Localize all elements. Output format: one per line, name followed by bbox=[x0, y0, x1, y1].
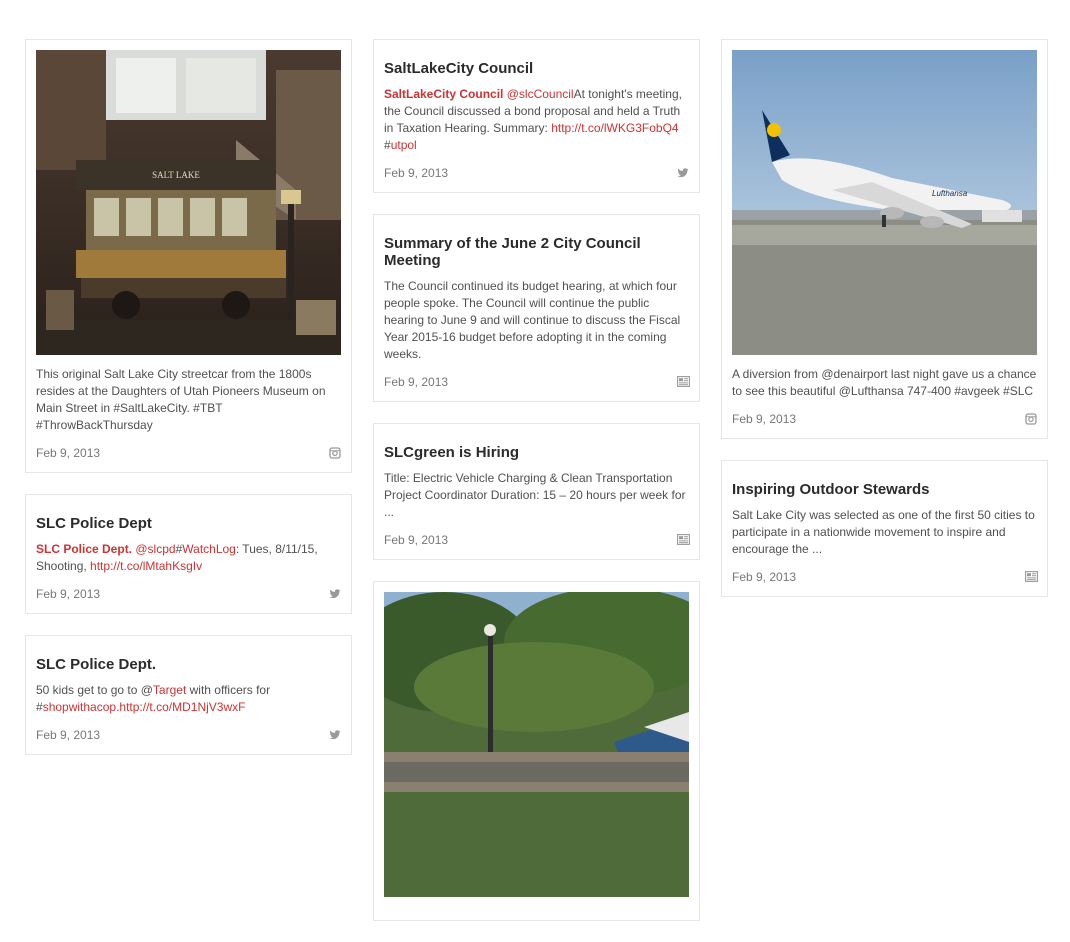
tweet-card[interactable]: SLC Police Dept SLC Police Dept. @slcpd#… bbox=[25, 494, 352, 614]
feed-column-1: SALT LAKE This original Salt Lake City s… bbox=[25, 39, 352, 776]
instagram-post-card[interactable]: SALT LAKE This original Salt Lake City s… bbox=[25, 39, 352, 473]
tweet-handle-link[interactable]: @slcpd bbox=[135, 542, 175, 556]
news-icon[interactable] bbox=[1025, 571, 1038, 583]
news-excerpt: Title: Electric Vehicle Charging & Clean… bbox=[384, 471, 686, 519]
market-image bbox=[384, 592, 689, 897]
hashtag-link[interactable]: WatchLog bbox=[182, 542, 236, 556]
post-meta: Feb 9, 2013 bbox=[36, 446, 341, 460]
lufthansa-plane-image: Lufthansa bbox=[732, 50, 1037, 355]
news-date: Feb 9, 2013 bbox=[384, 533, 449, 547]
feed-column-2: SaltLakeCity Council SaltLakeCity Counci… bbox=[373, 39, 700, 942]
tweet-title: SLC Police Dept bbox=[36, 515, 152, 532]
tweet-author[interactable]: SaltLakeCity Council bbox=[384, 87, 503, 101]
twitter-icon[interactable] bbox=[329, 588, 341, 600]
tweet-body: 50 kids get to go to @Target with office… bbox=[36, 683, 271, 714]
post-meta: Feb 9, 2013 bbox=[732, 412, 1037, 426]
news-date: Feb 9, 2013 bbox=[732, 570, 797, 584]
post-date: Feb 9, 2013 bbox=[36, 446, 101, 460]
tweet-url-link[interactable]: .http://t.co/MD1NjV3wxF bbox=[116, 700, 245, 714]
tweet-meta: Feb 9, 2013 bbox=[36, 728, 341, 742]
mention-link[interactable]: Target bbox=[153, 683, 186, 697]
tweet-url-link[interactable]: http://t.co/lMtahKsgIv bbox=[90, 559, 202, 573]
plane-livery-text: Lufthansa bbox=[932, 189, 968, 198]
news-excerpt: Salt Lake City was selected as one of th… bbox=[732, 508, 1035, 556]
hashtag-link[interactable]: utpol bbox=[391, 138, 417, 152]
news-icon[interactable] bbox=[677, 376, 690, 388]
airplane-photo[interactable]: Lufthansa bbox=[732, 50, 1037, 355]
news-card[interactable]: SLCgreen is Hiring Title: Electric Vehic… bbox=[373, 423, 700, 560]
tweet-meta: Feb 9, 2013 bbox=[384, 166, 689, 180]
news-meta: Feb 9, 2013 bbox=[384, 533, 690, 547]
news-title[interactable]: SLCgreen is Hiring bbox=[384, 444, 689, 461]
news-excerpt: The Council continued its budget hearing… bbox=[384, 279, 681, 361]
post-caption: This original Salt Lake City streetcar f… bbox=[36, 367, 326, 432]
tweet-body: SaltLakeCity Council @slcCouncilAt tonig… bbox=[384, 87, 682, 152]
streetcar-photo[interactable]: SALT LAKE bbox=[36, 50, 341, 355]
news-card[interactable]: Summary of the June 2 City Council Meeti… bbox=[373, 214, 700, 402]
instagram-icon[interactable] bbox=[329, 447, 341, 459]
tweet-body: SLC Police Dept. @slcpd#WatchLog: Tues, … bbox=[36, 542, 318, 573]
tweet-date: Feb 9, 2013 bbox=[384, 166, 449, 180]
tweet-author[interactable]: SLC Police Dept. bbox=[36, 542, 132, 556]
post-caption: A diversion from @denairport last night … bbox=[732, 367, 1037, 398]
streetcar-sign: SALT LAKE bbox=[152, 170, 200, 180]
news-card[interactable]: Inspiring Outdoor Stewards Salt Lake Cit… bbox=[721, 460, 1048, 597]
streetcar-image: SALT LAKE bbox=[36, 50, 341, 355]
instagram-post-card[interactable] bbox=[373, 581, 700, 921]
post-date: Feb 9, 2013 bbox=[732, 412, 797, 426]
twitter-icon[interactable] bbox=[329, 729, 341, 741]
instagram-post-card[interactable]: Lufthansa A diversion from @denairport l… bbox=[721, 39, 1048, 439]
news-icon[interactable] bbox=[677, 534, 690, 546]
tweet-card[interactable]: SLC Police Dept. 50 kids get to go to @T… bbox=[25, 635, 352, 755]
twitter-icon[interactable] bbox=[677, 167, 689, 179]
tweet-title: SaltLakeCity Council bbox=[384, 60, 534, 77]
news-meta: Feb 9, 2013 bbox=[732, 570, 1038, 584]
tweet-url-link[interactable]: http://t.co/lWKG3FobQ4 bbox=[551, 121, 678, 135]
tweet-date: Feb 9, 2013 bbox=[36, 587, 101, 601]
tweet-date: Feb 9, 2013 bbox=[36, 728, 101, 742]
tweet-meta: Feb 9, 2013 bbox=[36, 587, 341, 601]
news-title[interactable]: Inspiring Outdoor Stewards bbox=[732, 481, 1037, 498]
tweet-title: SLC Police Dept. bbox=[36, 656, 157, 673]
news-meta: Feb 9, 2013 bbox=[384, 375, 690, 389]
tweet-card[interactable]: SaltLakeCity Council SaltLakeCity Counci… bbox=[373, 39, 700, 193]
feed-column-3: Lufthansa A diversion from @denairport l… bbox=[721, 39, 1048, 618]
farmers-market-photo[interactable] bbox=[384, 592, 689, 897]
instagram-icon[interactable] bbox=[1025, 413, 1037, 425]
hashtag-link[interactable]: shopwithacop bbox=[43, 700, 116, 714]
tweet-handle-link[interactable]: @slcCouncil bbox=[507, 87, 574, 101]
news-title[interactable]: Summary of the June 2 City Council Meeti… bbox=[384, 235, 689, 269]
news-date: Feb 9, 2013 bbox=[384, 375, 449, 389]
